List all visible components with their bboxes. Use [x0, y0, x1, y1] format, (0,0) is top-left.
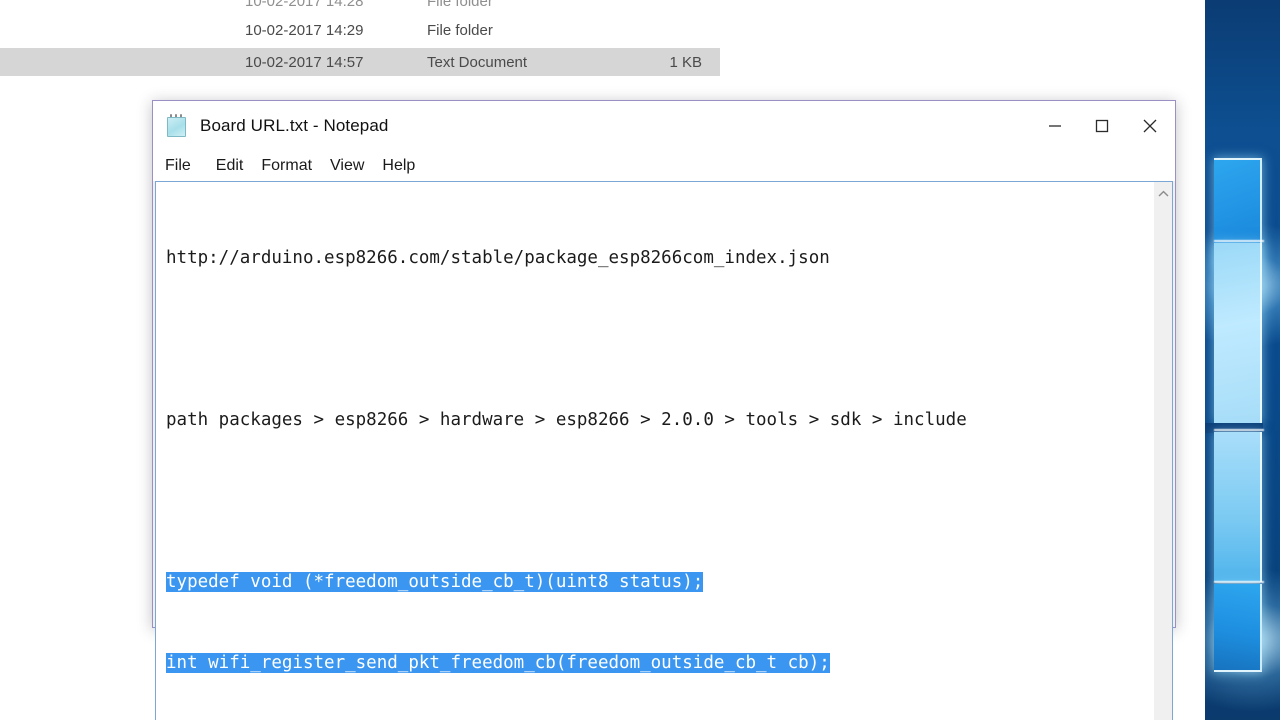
- menu-item-format[interactable]: Format: [252, 155, 321, 178]
- text-line: [166, 326, 1153, 353]
- file-size: 1 KB: [669, 53, 702, 71]
- minimize-icon[interactable]: [1031, 101, 1078, 151]
- menu-item-file[interactable]: File: [165, 155, 200, 178]
- text-line-content: typedef void (*freedom_outside_cb_t)(uin…: [166, 572, 704, 592]
- text-line-content: path packages > esp8266 > hardware > esp…: [166, 410, 967, 430]
- wallpaper-glint: [1214, 429, 1264, 431]
- text-line-selected: int wifi_register_send_pkt_freedom_cb(fr…: [166, 650, 1153, 677]
- maximize-icon[interactable]: [1078, 101, 1125, 151]
- close-icon[interactable]: [1125, 101, 1175, 151]
- file-type: File folder: [427, 21, 493, 39]
- text-line: [166, 488, 1153, 515]
- file-type: File folder: [427, 0, 493, 10]
- text-line: path packages > esp8266 > hardware > esp…: [166, 407, 1153, 434]
- editor-frame: http://arduino.esp8266.com/stable/packag…: [155, 181, 1173, 720]
- title-bar[interactable]: Board URL.txt - Notepad: [153, 101, 1175, 151]
- window-title: Board URL.txt - Notepad: [200, 116, 389, 135]
- menu-bar: File Edit Format View Help: [153, 151, 1175, 181]
- vertical-scrollbar[interactable]: [1153, 182, 1172, 720]
- scroll-up-icon[interactable]: [1155, 185, 1172, 202]
- file-explorer-list: 10-02-2017 14:28 File folder 10-02-2017 …: [0, 0, 1205, 76]
- wallpaper-glint: [1214, 581, 1264, 583]
- table-row[interactable]: 10-02-2017 14:29 File folder: [0, 16, 720, 44]
- file-type: Text Document: [427, 53, 528, 71]
- text-line-content: http://arduino.esp8266.com/stable/packag…: [166, 248, 830, 268]
- desktop-wallpaper: [1205, 0, 1280, 720]
- text-line-content: int wifi_register_send_pkt_freedom_cb(fr…: [166, 653, 830, 673]
- file-date: 10-02-2017 14:57: [245, 53, 364, 71]
- table-row-selected[interactable]: 10-02-2017 14:57 Text Document 1 KB: [0, 48, 720, 76]
- file-date: 10-02-2017 14:29: [245, 21, 364, 39]
- menu-item-edit[interactable]: Edit: [207, 155, 253, 178]
- wallpaper-glint: [1214, 240, 1264, 242]
- menu-item-help[interactable]: Help: [373, 155, 424, 178]
- text-line: http://arduino.esp8266.com/stable/packag…: [166, 245, 1153, 272]
- notepad-icon: [165, 114, 189, 138]
- text-editor-area[interactable]: http://arduino.esp8266.com/stable/packag…: [156, 182, 1153, 720]
- menu-item-view[interactable]: View: [321, 155, 373, 178]
- table-row[interactable]: 10-02-2017 14:28 File folder: [0, 0, 720, 15]
- wallpaper-window-pane: [1214, 584, 1262, 672]
- text-line-selected: typedef void (*freedom_outside_cb_t)(uin…: [166, 569, 1153, 596]
- mouse-ibeam-cursor: [1069, 565, 1080, 590]
- file-date: 10-02-2017 14:28: [245, 0, 364, 10]
- notepad-window: Board URL.txt - Notepad File Edit Format…: [152, 100, 1176, 720]
- wallpaper-window-pane: [1214, 243, 1262, 423]
- wallpaper-window-pane: [1214, 432, 1262, 582]
- window-controls: [1031, 101, 1175, 151]
